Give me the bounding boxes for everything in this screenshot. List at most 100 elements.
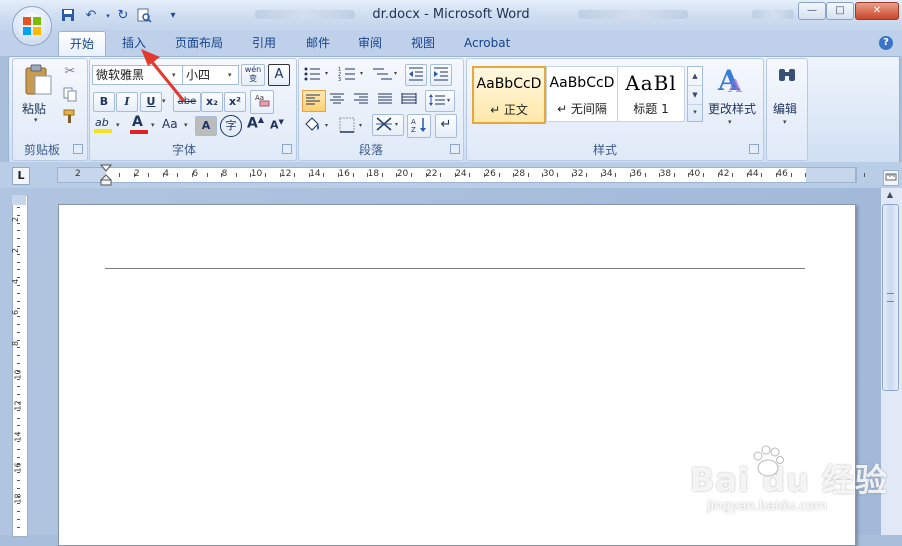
copy-icon[interactable] xyxy=(62,86,78,102)
ruler-tick xyxy=(863,173,865,177)
font-size-dropdown-icon[interactable]: ▾ xyxy=(228,66,232,84)
increase-indent-button[interactable] xyxy=(430,64,452,86)
style-no-spacing[interactable]: AaBbCcD ↵ 无间隔 xyxy=(546,66,618,122)
scroll-thumb[interactable] xyxy=(882,204,899,391)
bullets-button[interactable]: ▾ xyxy=(302,64,332,84)
vertical-ruler-tick xyxy=(17,339,20,341)
vertical-ruler-tick xyxy=(17,285,20,286)
enclose-characters-button[interactable]: 字 xyxy=(220,115,242,137)
save-icon[interactable] xyxy=(60,8,76,24)
styles-more-icon[interactable]: ▾ xyxy=(688,104,702,121)
multilevel-list-button[interactable]: ▾ xyxy=(370,64,400,84)
character-border-button[interactable]: A xyxy=(268,64,290,86)
help-icon[interactable]: ? xyxy=(879,36,893,50)
character-shading-button[interactable]: A xyxy=(195,116,217,136)
tab-acrobat[interactable]: Acrobat xyxy=(462,34,512,54)
highlight-dropdown-icon[interactable]: ▾ xyxy=(116,121,120,129)
ruler-tick xyxy=(148,173,150,177)
ruler-label: 14 xyxy=(309,169,321,179)
ruler-tick xyxy=(308,173,310,177)
ruler-tick xyxy=(761,173,763,177)
align-right-button[interactable] xyxy=(351,90,373,110)
format-painter-icon[interactable] xyxy=(62,108,78,124)
styles-scroll-down-icon[interactable]: ▼ xyxy=(688,85,702,104)
cut-icon[interactable]: ✂ xyxy=(62,64,78,80)
customize-qat-icon[interactable]: ▾ xyxy=(165,8,181,24)
superscript-button[interactable]: x² xyxy=(224,92,246,112)
styles-dialog-launcher-icon[interactable] xyxy=(749,144,759,154)
ruler-label: 44 xyxy=(747,169,759,179)
minimize-button[interactable]: — xyxy=(798,2,826,20)
shading-button[interactable]: ▾ xyxy=(303,115,333,135)
font-color-dropdown-icon[interactable]: ▾ xyxy=(151,121,155,129)
ruler-tick xyxy=(615,173,617,177)
justify-button[interactable] xyxy=(375,90,397,110)
print-preview-icon[interactable] xyxy=(136,8,152,24)
vertical-ruler-labels: 2 2 4 6 8 10 12 14 16 18 xyxy=(11,195,26,535)
ruler-label: 46 xyxy=(776,169,788,179)
justify-icon xyxy=(378,93,392,104)
style-name-normal: ↵ 正文 xyxy=(490,103,528,117)
ruler-tick xyxy=(250,173,252,177)
vertical-ruler-tick xyxy=(17,222,20,224)
editing-button[interactable]: 编辑 ▾ xyxy=(770,62,802,132)
paragraph-dialog-launcher-icon[interactable] xyxy=(450,144,460,154)
change-case-button[interactable]: Aa xyxy=(162,117,186,135)
decrease-indent-button[interactable] xyxy=(405,64,427,86)
highlight-button[interactable]: ab xyxy=(93,116,115,134)
style-normal[interactable]: AaBbCcD ↵ 正文 xyxy=(472,66,546,124)
show-marks-button[interactable]: ↵ xyxy=(435,114,457,138)
sort-button[interactable]: AZ xyxy=(407,114,431,138)
ruler-label: 6 xyxy=(192,169,199,179)
ruler-tick xyxy=(703,173,704,177)
ruler-label: 12 xyxy=(280,169,292,179)
annotation-arrow-icon xyxy=(141,49,185,102)
undo-dropdown-icon[interactable]: ▾ xyxy=(100,8,116,24)
chinese-layout-button[interactable]: ▾ xyxy=(372,114,404,136)
font-color-icon: A xyxy=(132,114,143,130)
clipboard-dialog-launcher-icon[interactable] xyxy=(73,144,83,154)
font-dialog-launcher-icon[interactable] xyxy=(282,144,292,154)
line-spacing-button[interactable]: ▾ xyxy=(425,90,455,112)
font-size-combo[interactable]: 小四 ▾ xyxy=(182,65,239,85)
tab-references[interactable]: 引用 xyxy=(250,34,278,54)
tab-home[interactable]: 开始 xyxy=(58,31,106,57)
font-color-button[interactable]: A xyxy=(128,114,150,135)
align-left-button[interactable] xyxy=(302,90,326,112)
vertical-ruler-tick xyxy=(17,253,20,255)
align-center-button[interactable] xyxy=(327,90,349,110)
clear-formatting-icon: Aa xyxy=(255,94,270,107)
change-styles-button[interactable]: A A 更改样式 ▾ xyxy=(706,62,758,126)
vertical-ruler-tick xyxy=(17,464,20,466)
grow-font-button[interactable]: A▲ xyxy=(247,115,267,135)
close-button[interactable]: ✕ xyxy=(855,2,899,20)
tab-view[interactable]: 视图 xyxy=(409,34,437,54)
borders-button[interactable]: ▾ xyxy=(337,115,367,135)
paste-button[interactable]: 粘贴 ▾ xyxy=(20,62,56,124)
bold-button[interactable]: B xyxy=(93,92,115,112)
undo-icon[interactable]: ↶ xyxy=(83,8,99,24)
scroll-up-icon[interactable]: ▲ xyxy=(882,190,898,202)
phonetic-guide-button[interactable]: wén 变 xyxy=(241,64,265,86)
line-spacing-icon: ▾ xyxy=(429,94,450,106)
tab-review[interactable]: 审阅 xyxy=(356,34,384,54)
clear-formatting-button[interactable]: Aa xyxy=(250,90,274,114)
shrink-font-button[interactable]: A▼ xyxy=(270,118,290,136)
tab-mailings[interactable]: 邮件 xyxy=(304,34,332,54)
numbering-button[interactable]: 1 2 3 ▾ xyxy=(337,64,367,84)
change-case-dropdown-icon[interactable]: ▾ xyxy=(184,121,188,129)
styles-scroll-up-icon[interactable]: ▲ xyxy=(688,67,702,85)
vertical-ruler-tick xyxy=(17,308,20,310)
styles-gallery-scroll[interactable]: ▲ ▼ ▾ xyxy=(687,66,703,122)
style-heading-1[interactable]: AaBl 标题 1 xyxy=(617,66,685,122)
view-ruler-button[interactable] xyxy=(883,170,899,186)
distributed-button[interactable] xyxy=(399,90,421,110)
italic-button[interactable]: I xyxy=(116,92,138,112)
subscript-button[interactable]: x₂ xyxy=(201,92,223,112)
redo-icon[interactable]: ↻ xyxy=(115,8,131,24)
vertical-ruler-tick xyxy=(17,277,20,279)
restore-button[interactable]: □ xyxy=(826,2,854,20)
ruler-label: 10 xyxy=(250,169,263,179)
office-button[interactable] xyxy=(12,6,52,46)
tab-selector-button[interactable]: L xyxy=(12,167,30,185)
